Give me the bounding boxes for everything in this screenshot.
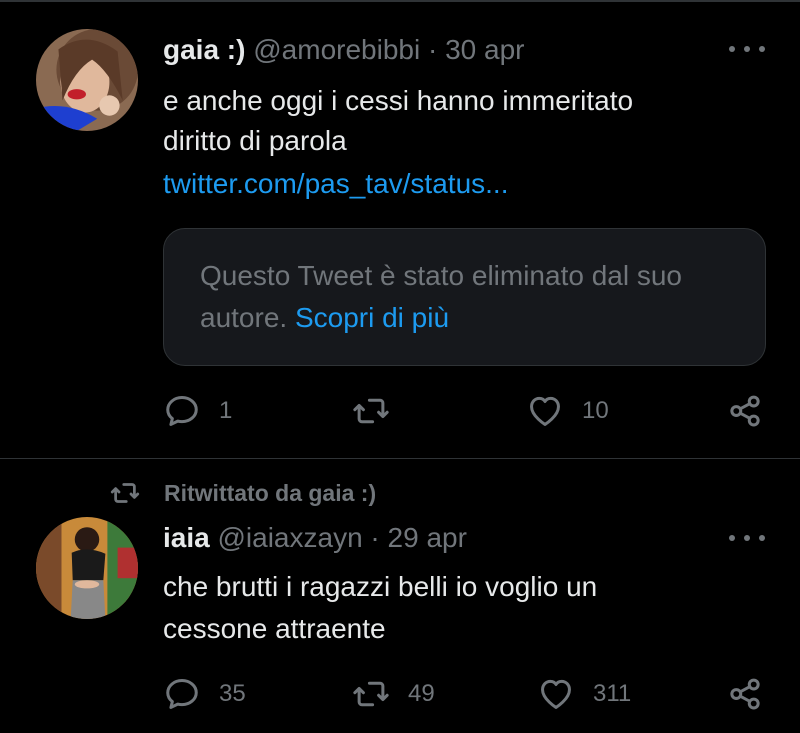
retweet-button[interactable] [352, 392, 408, 430]
tweet-header: iaia @iaiaxzayn · 29 apr [163, 521, 467, 555]
tweet-header: gaia :) @amorebibbi · 30 apr [163, 33, 525, 67]
more-icon[interactable] [729, 37, 765, 61]
avatar[interactable] [36, 29, 138, 131]
retweet-count: 49 [408, 680, 435, 707]
like-icon [541, 679, 571, 709]
more-icon[interactable] [729, 526, 765, 550]
like-icon [530, 396, 560, 426]
author-handle[interactable]: @amorebibbi [253, 34, 420, 65]
tweet-text-line-2: cessone attraente [163, 613, 386, 644]
retweeted-by-label[interactable]: Ritwittato da gaia :) [108, 478, 376, 508]
learn-more-link[interactable]: Scopri di più [295, 302, 449, 333]
reply-button[interactable]: 35 [163, 675, 246, 713]
share-icon [730, 395, 760, 427]
avatar-image [36, 517, 138, 619]
author-name[interactable]: iaia [163, 522, 210, 553]
reply-icon [166, 679, 198, 709]
retweet-icon [353, 681, 389, 707]
reply-count: 35 [219, 680, 246, 707]
separator: · [427, 34, 438, 65]
share-button[interactable] [726, 675, 764, 713]
tweet-date[interactable]: 30 apr [445, 34, 524, 65]
like-button[interactable]: 10 [526, 392, 609, 430]
retweet-icon [353, 398, 389, 424]
quoted-tweet-unavailable[interactable]: Questo Tweet è stato eliminato dal suo a… [163, 228, 766, 366]
top-divider [0, 0, 800, 2]
tweet-divider [0, 458, 800, 459]
tweet-text-line-2: diritto di parola [163, 125, 347, 156]
retweet-icon [110, 483, 140, 503]
share-icon [730, 678, 760, 710]
tweet-text-line-1: e anche oggi i cessi hanno immeritato [163, 85, 634, 116]
separator: · [370, 522, 380, 553]
reply-button[interactable]: 1 [163, 392, 232, 430]
like-count: 311 [593, 680, 632, 707]
retweeted-by-text: Ritwittato da gaia :) [164, 479, 377, 506]
tweet-date[interactable]: 29 apr [388, 522, 467, 553]
quote-notice: Questo Tweet è stato eliminato dal suo a… [200, 255, 740, 339]
author-handle[interactable]: @iaiaxzayn [217, 522, 362, 553]
like-button[interactable]: 311 [537, 675, 631, 713]
like-count: 10 [582, 397, 609, 424]
tweet-link[interactable]: twitter.com/pas_tav/status... [163, 164, 508, 204]
retweet-button[interactable]: 49 [352, 675, 435, 713]
tweet-text-line-1: che brutti i ragazzi belli io voglio un [163, 571, 598, 602]
share-button[interactable] [726, 392, 764, 430]
avatar-image [36, 29, 138, 131]
author-name[interactable]: gaia :) [163, 34, 245, 65]
reply-icon [166, 396, 198, 426]
reply-count: 1 [219, 397, 233, 424]
avatar[interactable] [36, 517, 138, 619]
